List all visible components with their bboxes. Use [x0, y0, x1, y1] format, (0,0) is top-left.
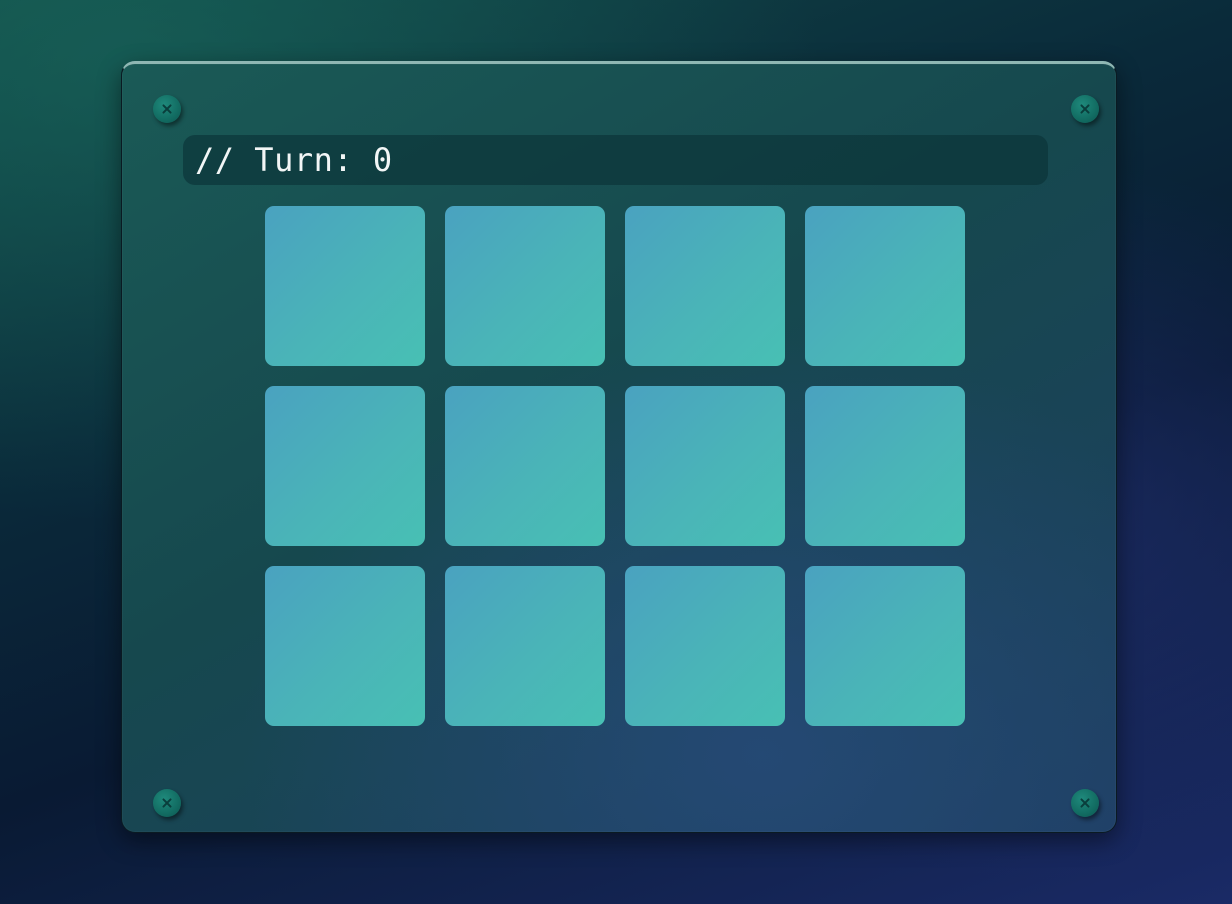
- card-grid: [265, 206, 965, 726]
- turn-counter: // Turn: 0: [183, 135, 1048, 185]
- memory-card[interactable]: [445, 566, 605, 726]
- screw-icon: [153, 95, 181, 123]
- turn-counter-text: // Turn: 0: [195, 141, 393, 179]
- memory-card[interactable]: [625, 206, 785, 366]
- memory-card[interactable]: [445, 206, 605, 366]
- screw-icon: [1071, 789, 1099, 817]
- memory-card[interactable]: [265, 206, 425, 366]
- memory-card[interactable]: [625, 566, 785, 726]
- game-panel: // Turn: 0: [121, 61, 1117, 833]
- memory-card[interactable]: [805, 566, 965, 726]
- screw-icon: [1071, 95, 1099, 123]
- screw-icon: [153, 789, 181, 817]
- memory-card[interactable]: [265, 566, 425, 726]
- memory-card[interactable]: [805, 206, 965, 366]
- memory-card[interactable]: [265, 386, 425, 546]
- memory-card[interactable]: [445, 386, 605, 546]
- memory-card[interactable]: [805, 386, 965, 546]
- memory-card[interactable]: [625, 386, 785, 546]
